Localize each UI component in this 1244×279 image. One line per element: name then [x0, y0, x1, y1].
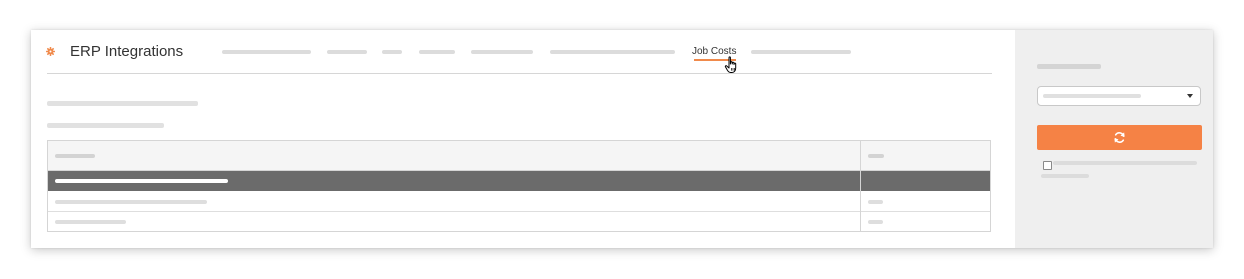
row-cell: [868, 220, 883, 224]
row-cell: [55, 220, 126, 224]
table-header: [48, 141, 990, 171]
nav-tab-2[interactable]: [327, 50, 367, 54]
refresh-button[interactable]: [1037, 125, 1202, 150]
table-row-selected[interactable]: [48, 171, 990, 191]
option-checkbox[interactable]: [1043, 161, 1052, 170]
dropdown-select[interactable]: [1037, 86, 1201, 106]
table-row[interactable]: [48, 192, 990, 212]
column-divider: [860, 141, 861, 231]
nav-tab-1[interactable]: [222, 50, 311, 54]
refresh-icon: [1114, 132, 1125, 143]
page-title: ERP Integrations: [70, 43, 184, 60]
job-costs-table: [47, 140, 991, 232]
nav-tab-5[interactable]: [471, 50, 533, 54]
row-cell: [868, 200, 883, 204]
column-header-2[interactable]: [868, 154, 884, 158]
nav-tab-6[interactable]: [550, 50, 675, 54]
dropdown-value: [1043, 94, 1141, 98]
caret-down-icon: [1187, 94, 1193, 98]
row-cell: [55, 200, 207, 204]
hand-pointer-icon: [724, 56, 737, 73]
nav-tab-4[interactable]: [419, 50, 455, 54]
nav-tab-8[interactable]: [751, 50, 851, 54]
table-row[interactable]: [48, 212, 990, 232]
erp-integrations-panel: ERP Integrations Job Costs: [31, 30, 1213, 248]
header-divider: [47, 73, 992, 74]
sidebar: [1015, 30, 1213, 248]
checkbox-label-line-2: [1041, 174, 1089, 178]
main-content: ERP Integrations Job Costs: [31, 30, 1015, 248]
nav-tab-3[interactable]: [382, 50, 402, 54]
gear-icon: [46, 47, 55, 56]
row-cell: [55, 179, 228, 183]
sidebar-label: [1037, 64, 1101, 69]
checkbox-label-line-1: [1053, 161, 1197, 165]
section-subheading: [47, 123, 164, 128]
column-header-1[interactable]: [55, 154, 95, 158]
section-heading: [47, 101, 198, 106]
